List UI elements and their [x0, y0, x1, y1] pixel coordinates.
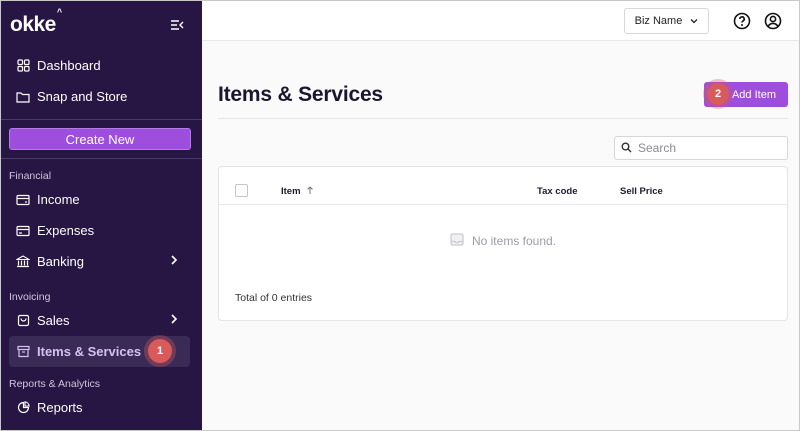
sidebar-header: okke^: [1, 1, 202, 49]
help-icon[interactable]: [732, 11, 752, 31]
folder-icon: [16, 90, 30, 104]
brand-logo[interactable]: okke^: [10, 7, 62, 37]
sidebar-item-expenses[interactable]: Expenses: [1, 215, 202, 246]
sidebar-item-income[interactable]: Income: [1, 184, 202, 215]
sidebar-item-label: Items & Services: [37, 344, 142, 359]
total-entries: Total of 0 entries: [235, 292, 313, 304]
sidebar-item-sales[interactable]: Sales: [1, 305, 202, 336]
business-selector[interactable]: Biz Name: [624, 7, 709, 34]
collapse-sidebar-icon[interactable]: [168, 17, 186, 33]
app-window: okke^ Dashboard Snap and Store Create Ne…: [0, 0, 800, 431]
sidebar-item-label: Sales: [37, 313, 70, 328]
sidebar-item-items-services[interactable]: Items & Services 1: [9, 336, 190, 367]
sidebar-item-banking[interactable]: Banking: [1, 246, 202, 277]
expenses-icon: [16, 224, 30, 238]
sidebar-item-label: Expenses: [37, 223, 95, 238]
main-content: Biz Name Items & Services + Add Item 2: [202, 1, 799, 430]
column-header-sell-price[interactable]: Sell Price: [620, 186, 663, 197]
sidebar-item-reports[interactable]: Reports: [1, 392, 202, 423]
add-item-label: Add Item: [731, 88, 776, 101]
user-account-icon[interactable]: [763, 11, 783, 31]
sidebar-item-dashboard[interactable]: Dashboard: [1, 50, 202, 81]
chevron-right-icon: [170, 254, 180, 268]
search-icon: [621, 142, 633, 154]
empty-message: No items found.: [471, 234, 557, 248]
step-badge-1: 1: [148, 339, 172, 363]
step-badge-2: 2: [707, 83, 729, 105]
sidebar-item-label: Banking: [37, 254, 84, 269]
sidebar-item-label: Reports: [37, 400, 83, 415]
bank-icon: [16, 255, 30, 269]
pie-chart-icon: [16, 401, 30, 415]
top-bar: Biz Name: [202, 1, 799, 41]
archive-icon: [16, 345, 30, 359]
sort-arrow-icon: [306, 186, 314, 198]
sidebar-item-label: Dashboard: [37, 58, 101, 73]
create-new-wrapper: Create New: [1, 120, 202, 158]
create-new-button[interactable]: Create New: [9, 128, 191, 150]
sidebar-item-snap-and-store[interactable]: Snap and Store: [1, 81, 202, 112]
column-header-item[interactable]: Item: [281, 186, 314, 198]
section-label-invoicing: Invoicing: [9, 291, 51, 303]
add-item-button[interactable]: + Add Item 2: [704, 82, 788, 107]
grid-icon: [16, 59, 30, 73]
sidebar: okke^ Dashboard Snap and Store Create Ne…: [1, 1, 202, 430]
business-selector-label: Biz Name: [634, 14, 683, 27]
select-all-checkbox[interactable]: [235, 184, 248, 197]
empty-state: No items found.: [219, 233, 787, 249]
chevron-down-icon: [690, 15, 698, 27]
sidebar-item-label: Snap and Store: [37, 89, 128, 104]
search-placeholder: Search: [638, 141, 677, 155]
column-header-tax-code[interactable]: Tax code: [537, 186, 577, 197]
section-label-financial: Financial: [9, 170, 52, 182]
header-divider: [218, 118, 788, 119]
section-label-reports-analytics: Reports & Analytics: [9, 378, 101, 390]
page-title: Items & Services: [218, 83, 383, 106]
table-header: Item Tax code Sell Price: [219, 167, 787, 205]
items-table: Item Tax code Sell Price No items found.…: [218, 166, 788, 321]
income-icon: [16, 193, 30, 207]
sidebar-item-label: Income: [37, 192, 80, 207]
page-header: Items & Services + Add Item 2: [218, 82, 788, 107]
empty-inbox-icon: [450, 233, 464, 249]
search-input[interactable]: Search: [614, 136, 788, 160]
chevron-right-icon: [170, 313, 180, 327]
bag-icon: [16, 314, 30, 328]
